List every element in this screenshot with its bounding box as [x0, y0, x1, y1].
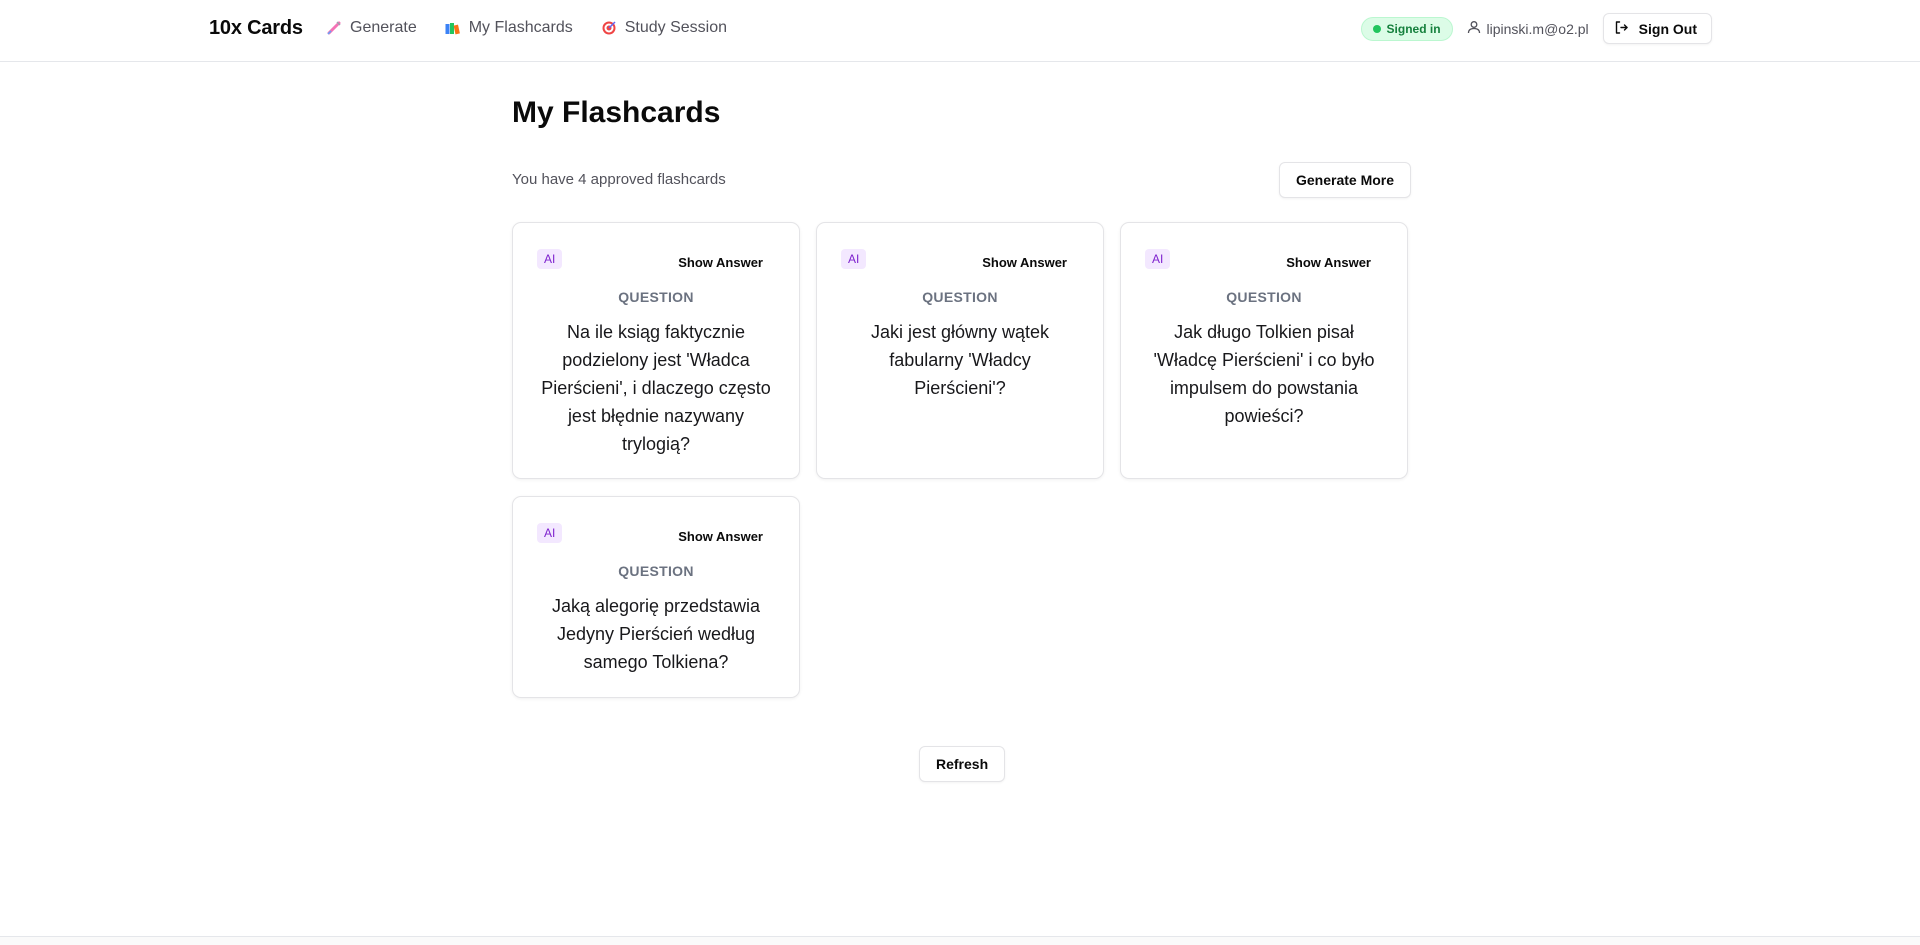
- flashcard: AI Show Answer QUESTION Jaki jest główny…: [816, 222, 1104, 479]
- flashcard: AI Show Answer QUESTION Na ile ksiąg fak…: [512, 222, 800, 479]
- status-badge: Signed in: [1360, 16, 1453, 41]
- question-label: QUESTION: [922, 289, 998, 305]
- sign-out-label: Sign Out: [1638, 20, 1697, 37]
- status-dot-icon: [1372, 24, 1381, 33]
- sign-out-button[interactable]: Sign Out: [1602, 13, 1712, 44]
- question-text: Jak długo Tolkien pisał 'Władcę Pierście…: [1153, 322, 1375, 426]
- ai-badge: AI: [841, 249, 867, 269]
- question-label: QUESTION: [618, 289, 694, 305]
- header-user-area: Signed in lipinski.m@o2.pl Sign Out: [1360, 13, 1712, 44]
- nav-generate-label: Generate: [350, 19, 417, 36]
- refresh-button[interactable]: Refresh: [919, 746, 1006, 782]
- nav-my-flashcards-label: My Flashcards: [468, 19, 573, 36]
- logout-icon: [1614, 20, 1629, 38]
- show-answer-button[interactable]: Show Answer: [678, 529, 763, 544]
- show-answer-button[interactable]: Show Answer: [678, 255, 763, 270]
- status-badge-label: Signed in: [1386, 21, 1441, 36]
- flashcard: AI Show Answer QUESTION Jak długo Tolkie…: [1120, 222, 1408, 479]
- main-nav: Generate My Flashcards Study Session: [326, 19, 727, 37]
- syringe-icon: [326, 20, 342, 36]
- nav-study-session[interactable]: Study Session: [601, 19, 727, 37]
- ai-badge: AI: [537, 523, 563, 543]
- nav-generate[interactable]: Generate: [326, 19, 417, 37]
- target-icon: [601, 20, 617, 36]
- nav-study-session-label: Study Session: [624, 19, 728, 36]
- books-icon: [445, 20, 461, 36]
- ai-badge: AI: [537, 249, 563, 269]
- question-text: Jaki jest główny wątek fabularny 'Władcy…: [870, 322, 1050, 398]
- user-email: lipinski.m@o2.pl: [1467, 20, 1589, 37]
- ai-badge: AI: [1145, 249, 1171, 269]
- user-icon: [1467, 20, 1481, 37]
- top-navbar: 10x Cards Generate My Flashcards Study S…: [0, 0, 1920, 62]
- question-text: Jaką alegorię przedstawia Jedyny Pierści…: [551, 596, 761, 672]
- flashcard: AI Show Answer QUESTION Jaką alegorię pr…: [512, 496, 800, 698]
- show-answer-button[interactable]: Show Answer: [1286, 255, 1371, 270]
- brand-logo[interactable]: 10x Cards: [209, 17, 303, 40]
- page-title: My Flashcards: [512, 96, 721, 129]
- footer-divider: [0, 936, 1920, 945]
- flashcard-grid: AI Show Answer QUESTION Na ile ksiąg fak…: [512, 222, 1408, 700]
- generate-more-button[interactable]: Generate More: [1279, 162, 1412, 198]
- user-email-text: lipinski.m@o2.pl: [1486, 20, 1589, 37]
- question-label: QUESTION: [618, 563, 694, 579]
- question-text: Na ile ksiąg faktycznie podzielony jest …: [541, 322, 771, 454]
- nav-my-flashcards[interactable]: My Flashcards: [445, 19, 573, 37]
- show-answer-button[interactable]: Show Answer: [982, 255, 1067, 270]
- flashcard-count-text: You have 4 approved flashcards: [512, 171, 726, 188]
- question-label: QUESTION: [1226, 289, 1302, 305]
